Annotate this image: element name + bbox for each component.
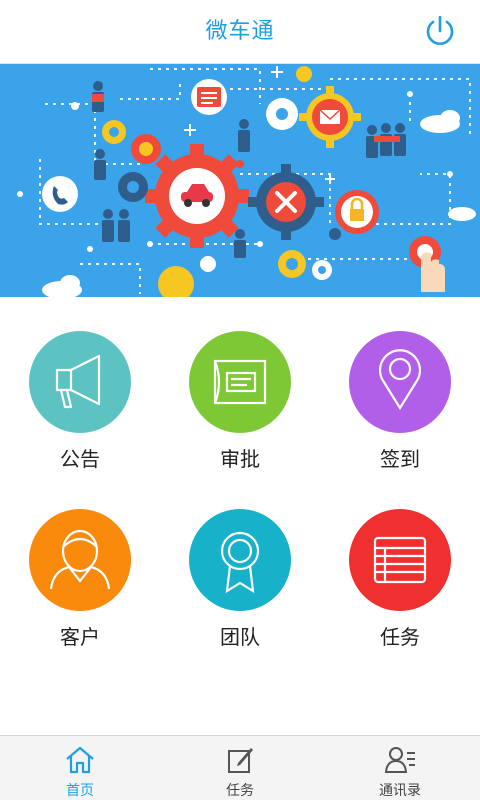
tab-home[interactable]: 首页 [0,736,160,800]
grid-item-checkin[interactable]: 签到 [320,297,480,487]
contacts-icon [384,747,415,773]
banner-illustration[interactable] [0,64,480,297]
top-bar: 微车通 [0,0,480,64]
bottom-tab-bar: 首页 任务 通讯录 [0,735,480,800]
tab-label: 任务 [226,783,254,799]
grid-item-label: 客户 [60,625,100,649]
edit-task-icon [228,748,253,773]
tab-contacts[interactable]: 通讯录 [320,736,480,800]
location-pin-icon [349,331,451,433]
function-grid: 公告 审批 签到 客户 团队 任务 [0,297,480,735]
megaphone-icon [29,331,131,433]
grid-item-task[interactable]: 任务 [320,475,480,665]
grid-item-label: 公告 [60,447,100,471]
team-badge-icon [189,509,291,611]
grid-item-label: 签到 [380,447,420,471]
customer-person-icon [29,509,131,611]
grid-item-customer[interactable]: 客户 [0,475,160,665]
tab-label: 通讯录 [379,783,421,799]
app-screen: 微车通 公告 审批 签到 客户 团队 任务 首页 任务 通讯录 [0,0,480,800]
approval-document-icon [189,331,291,433]
tab-task[interactable]: 任务 [160,736,320,800]
business-gears-illustration [0,64,480,297]
grid-item-announcement[interactable]: 公告 [0,297,160,487]
app-title: 微车通 [205,19,275,44]
grid-item-team[interactable]: 团队 [160,475,320,665]
home-icon [66,746,94,774]
task-list-icon [349,509,451,611]
grid-item-label: 任务 [380,625,420,649]
tab-label: 首页 [66,783,94,799]
grid-item-label: 团队 [220,625,260,649]
power-icon[interactable] [422,14,458,50]
grid-item-label: 审批 [220,447,260,471]
grid-item-approval[interactable]: 审批 [160,297,320,487]
